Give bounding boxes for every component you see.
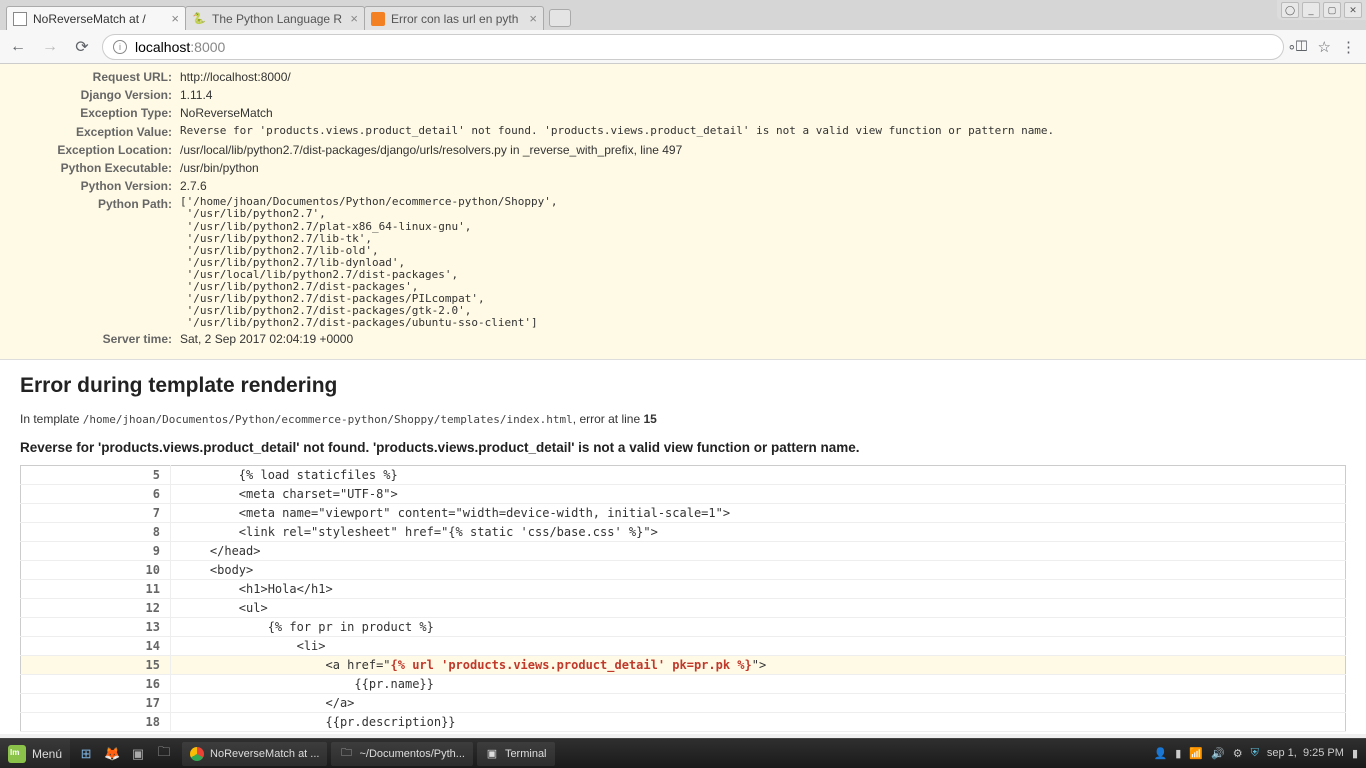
source-code-table: 5 {% load staticfiles %} 6 <meta charset… [20,465,1346,732]
taskbar: Menú ⊞ 🦊 ▣ 🗀 NoReverseMatch at ... 🗀 ~/D… [0,738,1366,768]
table-row: 12 <ul> [21,598,1346,617]
system-tray[interactable]: 👤 ▮ 📶 🔊 ⚙ ⛨ sep 1, 9:25 PM ▮ [1146,747,1366,760]
file-icon [13,12,27,26]
summary-label: Server time: [0,331,180,347]
close-button[interactable]: ✕ [1344,2,1362,18]
menu-icon[interactable]: ⋮ [1341,38,1356,56]
summary-label: Exception Value: [0,124,180,140]
chrome-icon [190,747,204,761]
summary-label: Request URL: [0,69,180,85]
exception-type: NoReverseMatch [180,105,1366,121]
exception-value: Reverse for 'products.views.product_deta… [180,124,1366,140]
firefox-icon[interactable]: 🦊 [100,743,124,765]
python-path: ['/home/jhoan/Documentos/Python/ecommerc… [180,196,1366,329]
minimize-button[interactable]: _ [1302,2,1320,18]
python-version: 2.7.6 [180,178,1366,194]
updates-icon[interactable]: ⚙ [1233,747,1243,760]
error-summary: Request URL:http://localhost:8000/ Djang… [0,64,1366,360]
tab-title: NoReverseMatch at / [33,12,167,26]
table-row: 11 <h1>Hola</h1> [21,579,1346,598]
summary-label: Django Version: [0,87,180,103]
tab-title: Error con las url en pyth [391,12,525,26]
request-url: http://localhost:8000/ [180,69,1366,85]
taskbar-task-files[interactable]: 🗀 ~/Documentos/Pyth... [331,742,472,766]
start-menu[interactable]: Menú [0,739,70,768]
user-icon[interactable]: 👤 [1154,747,1168,760]
volume-icon[interactable]: 🔊 [1211,747,1225,760]
table-row: 10 <body> [21,560,1346,579]
summary-label: Exception Type: [0,105,180,121]
error-span: {% url 'products.views.product_detail' p… [391,658,752,672]
table-row: 13 {% for pr in product %} [21,617,1346,636]
summary-label: Python Executable: [0,160,180,176]
reload-button[interactable]: ⟳ [70,35,94,59]
exception-location: /usr/local/lib/python2.7/dist-packages/d… [180,142,1366,158]
summary-label: Exception Location: [0,142,180,158]
table-row: 18 {{pr.description}} [21,712,1346,731]
server-time: Sat, 2 Sep 2017 02:04:19 +0000 [180,331,1366,347]
taskbar-task-chrome[interactable]: NoReverseMatch at ... [182,742,327,766]
section-heading: Error during template rendering [20,374,1346,398]
tab-stackoverflow[interactable]: Error con las url en pyth × [364,6,544,30]
terminal-icon[interactable]: ▣ [126,743,150,765]
clock[interactable]: sep 1, 9:25 PM [1267,748,1344,759]
terminal-icon: ▣ [485,747,499,761]
close-icon[interactable]: × [350,11,358,26]
tab-title: The Python Language R [212,12,346,26]
table-row-highlighted: 15 <a href="{% url 'products.views.produ… [21,655,1346,674]
taskbar-task-terminal[interactable]: ▣ Terminal [477,742,555,766]
python-executable: /usr/bin/python [180,160,1366,176]
back-button[interactable]: ← [6,35,30,59]
summary-label: Python Version: [0,178,180,194]
table-row: 14 <li> [21,636,1346,655]
stackoverflow-icon [371,12,385,26]
summary-label: Python Path: [0,196,180,329]
quick-launch: ⊞ 🦊 ▣ 🗀 [70,743,180,765]
window-controls: ◯ _ ▢ ✕ [1277,0,1366,20]
files-icon: 🗀 [339,747,353,761]
table-row: 9 </head> [21,541,1346,560]
table-row: 8 <link rel="stylesheet" href="{% static… [21,522,1346,541]
table-row: 7 <meta name="viewport" content="width=d… [21,503,1346,522]
maximize-button[interactable]: ▢ [1323,2,1341,18]
table-row: 6 <meta charset="UTF-8"> [21,484,1346,503]
mint-logo-icon [8,745,26,763]
toolbar-right: ⃘◫ ☆ ⋮ [1292,38,1360,56]
error-line-number: 15 [643,412,656,426]
close-icon[interactable]: × [171,11,179,26]
network-icon[interactable]: 📶 [1189,747,1203,760]
tray-toggle-icon[interactable]: ▮ [1352,747,1358,760]
new-tab-button[interactable] [549,9,571,27]
translate-icon[interactable]: ⃘◫ [1296,38,1308,56]
forward-button[interactable]: → [38,35,62,59]
files-icon[interactable]: 🗀 [152,743,176,765]
battery-icon[interactable]: ▮ [1175,747,1181,760]
page-content: Request URL:http://localhost:8000/ Djang… [0,64,1366,734]
user-icon[interactable]: ◯ [1281,2,1299,18]
site-info-icon[interactable]: i [113,40,127,54]
url-port: :8000 [190,39,225,55]
browser-toolbar: ← → ⟳ i localhost:8000 ⃘◫ ☆ ⋮ [0,30,1366,64]
show-desktop-icon[interactable]: ⊞ [74,743,98,765]
shield-icon[interactable]: ⛨ [1251,747,1259,760]
template-path: /home/jhoan/Documentos/Python/ecommerce-… [83,413,573,426]
table-row: 17 </a> [21,693,1346,712]
django-version: 1.11.4 [180,87,1366,103]
tab-active[interactable]: NoReverseMatch at / × [6,6,186,30]
bookmark-icon[interactable]: ☆ [1318,38,1331,56]
python-icon: 🐍 [192,12,206,26]
table-row: 16 {{pr.name}} [21,674,1346,693]
browser-tabstrip: NoReverseMatch at / × 🐍 The Python Langu… [0,0,1366,30]
url-host: localhost [135,39,190,55]
error-message: Reverse for 'products.views.product_deta… [20,440,1346,455]
address-bar[interactable]: i localhost:8000 [102,34,1284,60]
template-intro: In template /home/jhoan/Documentos/Pytho… [20,412,1346,426]
tab-python[interactable]: 🐍 The Python Language R × [185,6,365,30]
close-icon[interactable]: × [529,11,537,26]
menu-label: Menú [32,747,62,761]
table-row: 5 {% load staticfiles %} [21,465,1346,484]
